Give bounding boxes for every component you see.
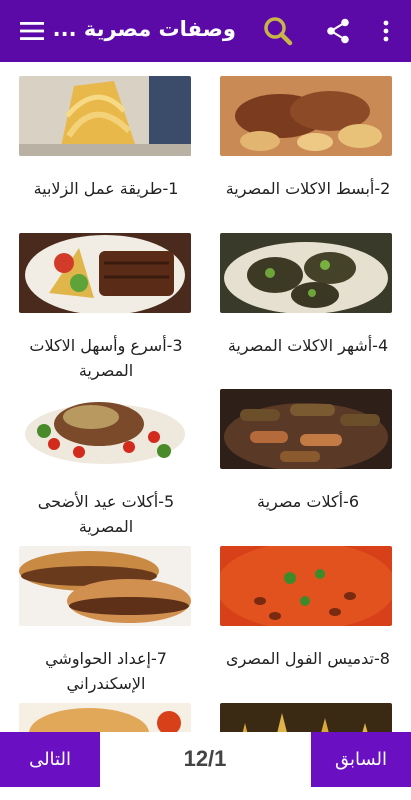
- recipe-card[interactable]: 6-أكلات مصرية: [213, 389, 403, 514]
- recipe-image: [19, 76, 191, 156]
- recipe-title: 3-أسرع وأسهل الاكلات المصرية: [29, 336, 183, 380]
- page-indicator: 12/1: [183, 746, 227, 771]
- recipe-title: 8-تدميس الفول المصرى: [226, 649, 390, 668]
- recipe-image: [220, 546, 392, 626]
- recipe-card[interactable]: 1-طريقة عمل الزلابية: [11, 76, 201, 201]
- recipe-image: [19, 233, 191, 313]
- recipe-card[interactable]: 8-تدميس الفول المصرى: [213, 546, 403, 671]
- recipe-image: [19, 389, 191, 469]
- menu-button[interactable]: [12, 11, 52, 51]
- recipe-image: [220, 703, 392, 732]
- next-button[interactable]: التالى: [0, 732, 100, 787]
- more-options-button[interactable]: [366, 11, 406, 51]
- app-bar: وصفات مصرية ...: [0, 0, 411, 62]
- recipe-card[interactable]: 2-أبسط الاكلات المصرية: [213, 76, 403, 201]
- recipe-image: [220, 76, 392, 156]
- recipe-card[interactable]: 3-أسرع وأسهل الاكلات المصرية: [11, 233, 201, 383]
- recipe-title: 5-أكلات عيد الأضحى المصرية: [37, 492, 175, 536]
- search-icon: [264, 17, 293, 46]
- recipe-title: 4-أشهر الاكلات المصرية: [227, 336, 389, 355]
- pagination-bar: التالى 12/1 السابق: [0, 732, 411, 800]
- search-button[interactable]: [258, 11, 298, 51]
- recipe-image: [19, 546, 191, 626]
- share-button[interactable]: [318, 11, 358, 51]
- more-vert-icon: [383, 20, 389, 42]
- recipe-card[interactable]: 7-إعداد الحواوشي الإسكندراني: [11, 546, 201, 696]
- recipe-card[interactable]: [11, 703, 201, 732]
- previous-button[interactable]: السابق: [311, 732, 411, 787]
- recipe-card[interactable]: 4-أشهر الاكلات المصرية: [213, 233, 403, 358]
- app-title: وصفات مصرية ...: [52, 17, 236, 41]
- recipe-image: [220, 389, 392, 469]
- recipe-card[interactable]: [213, 703, 403, 732]
- recipe-title: 6-أكلات مصرية: [256, 492, 360, 511]
- recipe-card[interactable]: 5-أكلات عيد الأضحى المصرية: [11, 389, 201, 539]
- menu-icon: [20, 22, 44, 40]
- recipe-image: [220, 233, 392, 313]
- recipe-grid: 2-أبسط الاكلات المصرية 1-طريقة عمل الزلا…: [0, 62, 411, 732]
- recipe-title: 2-أبسط الاكلات المصرية: [225, 179, 391, 198]
- recipe-title: 1-طريقة عمل الزلابية: [33, 179, 179, 198]
- recipe-title: 7-إعداد الحواوشي الإسكندراني: [45, 649, 167, 693]
- recipe-image: [19, 703, 191, 732]
- share-icon: [327, 18, 349, 44]
